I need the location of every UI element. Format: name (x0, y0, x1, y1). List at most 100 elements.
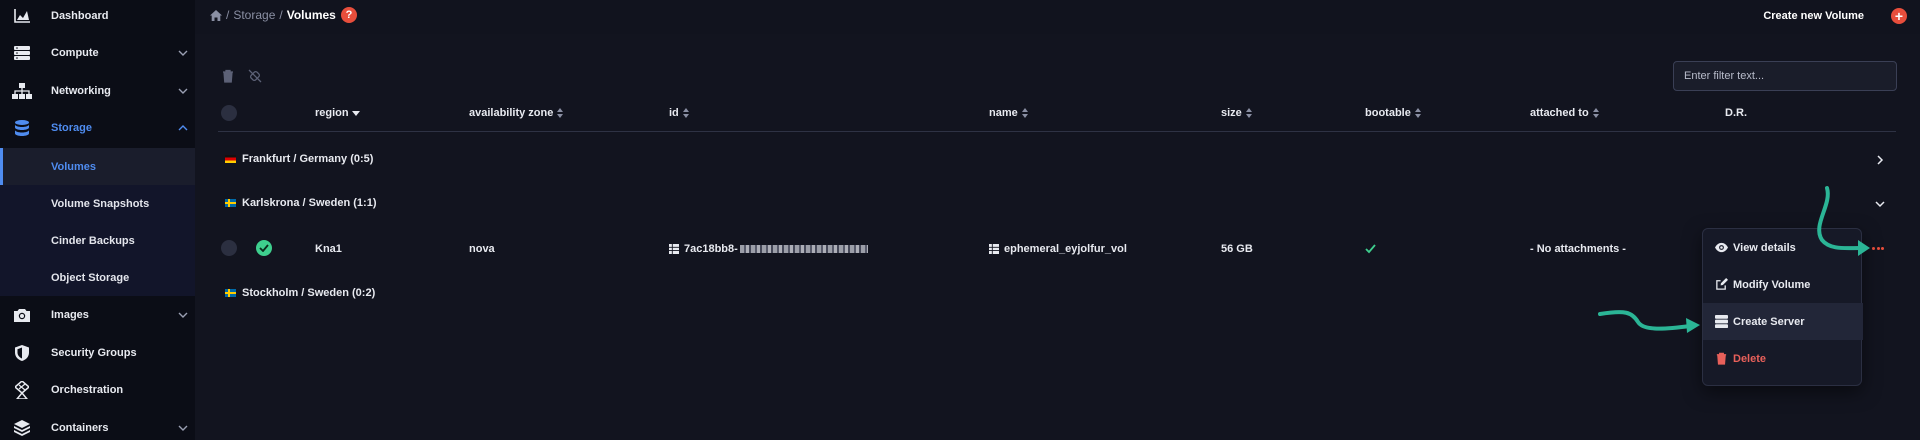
sidebar-item-label: Storage (51, 122, 92, 134)
region-group-frankfurt[interactable]: Frankfurt / Germany (0:5) (225, 153, 373, 165)
cell-availability-zone: nova (469, 243, 495, 255)
breadcrumb: / Storage / Volumes (210, 8, 336, 22)
column-header-name[interactable]: name (989, 107, 1029, 119)
sidebar-item-compute[interactable]: Compute (0, 35, 195, 71)
germany-flag-icon (225, 155, 236, 163)
sidebar-item-containers[interactable]: Containers (0, 410, 195, 440)
table-icon (669, 244, 679, 254)
sidebar-item-security-groups[interactable]: Security Groups (0, 335, 195, 371)
breadcrumb-storage[interactable]: Storage (233, 8, 275, 22)
menu-item-modify-volume[interactable]: Modify Volume (1703, 266, 1863, 303)
sidebar-item-storage[interactable]: Storage (0, 110, 195, 146)
sidebar-item-label: Containers (51, 422, 109, 434)
sidebar-subitem-label: Volumes (51, 160, 97, 173)
sidebar-subitem-label: Cinder Backups (51, 234, 135, 247)
chevron-right-icon[interactable] (1874, 154, 1886, 166)
sort-icon (1414, 108, 1421, 118)
filter-input[interactable] (1673, 61, 1897, 91)
column-header-dr: D.R. (1725, 107, 1747, 119)
sort-icon (682, 108, 689, 118)
chevron-down-icon (178, 50, 188, 56)
column-header-size[interactable]: size (1221, 107, 1253, 119)
region-group-stockholm[interactable]: Stockholm / Sweden (0:2) (225, 287, 375, 299)
check-icon (1365, 244, 1376, 254)
column-header-label: id (669, 107, 679, 119)
trash-icon[interactable] (221, 69, 235, 83)
sidebar-item-label: Compute (51, 47, 99, 59)
region-group-label: Frankfurt / Germany (0:5) (242, 153, 374, 165)
sidebar-subitem-label: Volume Snapshots (51, 197, 150, 210)
camera-icon (12, 305, 32, 325)
column-header-id[interactable]: id (669, 107, 690, 119)
row-actions-dropdown: View details Modify Volume Create Server… (1702, 228, 1863, 386)
sidebar-subitem-cinder-backups[interactable]: Cinder Backups (0, 222, 195, 259)
menu-item-label: View details (1733, 241, 1796, 254)
cell-size: 56 GB (1221, 243, 1253, 255)
sidebar-item-dashboard[interactable]: Dashboard (0, 0, 195, 34)
region-group-label: Stockholm / Sweden (0:2) (242, 287, 376, 299)
containers-icon (12, 418, 32, 438)
column-header-label: name (989, 107, 1018, 119)
annotation-arrow-create-server (1598, 310, 1692, 331)
network-icon (12, 81, 32, 101)
breadcrumb-current: Volumes (286, 8, 336, 22)
volume-id-text: 7ac18bb8- (684, 243, 738, 255)
eye-icon (1715, 242, 1728, 253)
server-icon (1715, 315, 1728, 328)
column-header-availability-zone[interactable]: availability zone (469, 107, 564, 119)
column-header-bootable[interactable]: bootable (1365, 107, 1422, 119)
create-new-volume-button[interactable]: Create new Volume (1763, 10, 1864, 22)
status-ok-icon (256, 240, 272, 256)
shield-icon (12, 343, 32, 363)
sidebar-item-networking[interactable]: Networking (0, 73, 195, 109)
column-header-label: D.R. (1725, 107, 1747, 119)
region-group-karlskrona[interactable]: Karlskrona / Sweden (1:1) (225, 197, 377, 209)
header-divider (218, 131, 1896, 132)
column-header-region[interactable]: region (315, 107, 360, 119)
home-icon[interactable] (210, 9, 222, 21)
menu-item-view-details[interactable]: View details (1703, 229, 1863, 266)
sidebar-subitem-volume-snapshots[interactable]: Volume Snapshots (0, 185, 195, 222)
breadcrumb-separator: / (226, 8, 230, 22)
sidebar-subitem-object-storage[interactable]: Object Storage (0, 259, 195, 296)
cell-name[interactable]: ephemeral_eyjolfur_vol (989, 243, 1127, 255)
cell-attached-to: - No attachments - (1530, 243, 1626, 255)
sort-icon (1245, 108, 1252, 118)
orchestration-icon (12, 380, 32, 400)
chevron-down-icon[interactable] (1874, 198, 1886, 210)
row-actions-menu-icon[interactable] (1872, 242, 1884, 254)
sweden-flag-icon (225, 289, 236, 297)
sort-icon (557, 108, 564, 118)
sidebar-item-label: Security Groups (51, 347, 137, 359)
sidebar-item-orchestration[interactable]: Orchestration (0, 372, 195, 408)
row-checkbox[interactable] (221, 240, 237, 256)
column-header-label: attached to (1530, 107, 1589, 119)
region-group-label: Karlskrona / Sweden (1:1) (242, 197, 377, 209)
column-header-label: bootable (1365, 107, 1411, 119)
chevron-down-icon (178, 312, 188, 318)
chevron-down-icon (178, 88, 188, 94)
annotation-arrows (1598, 186, 1870, 333)
sidebar: Dashboard Compute Networking Storage Vol… (0, 0, 195, 440)
column-header-label: region (315, 107, 349, 119)
select-all-checkbox[interactable] (221, 105, 237, 121)
menu-item-delete[interactable]: Delete (1703, 340, 1863, 377)
breadcrumb-separator: / (279, 8, 283, 22)
plus-icon[interactable]: + (1891, 8, 1907, 24)
detach-icon[interactable] (248, 69, 262, 83)
sidebar-item-label: Orchestration (51, 384, 124, 396)
sidebar-subitem-volumes[interactable]: Volumes (0, 148, 195, 185)
menu-item-create-server[interactable]: Create Server (1703, 303, 1863, 340)
sidebar-subitem-label: Object Storage (51, 271, 130, 284)
menu-item-label: Delete (1733, 352, 1767, 365)
server-icon (12, 43, 32, 63)
chart-icon (12, 6, 32, 26)
column-header-attached-to[interactable]: attached to (1530, 107, 1600, 119)
volume-name-text: ephemeral_eyjolfur_vol (1004, 243, 1127, 255)
help-icon[interactable]: ? (341, 7, 357, 23)
cell-id[interactable]: 7ac18bb8- (669, 243, 868, 255)
annotation-arrowhead-create-server (1686, 318, 1700, 333)
sort-icon (1021, 108, 1028, 118)
sidebar-item-images[interactable]: Images (0, 297, 195, 333)
menu-item-label: Modify Volume (1733, 278, 1811, 291)
